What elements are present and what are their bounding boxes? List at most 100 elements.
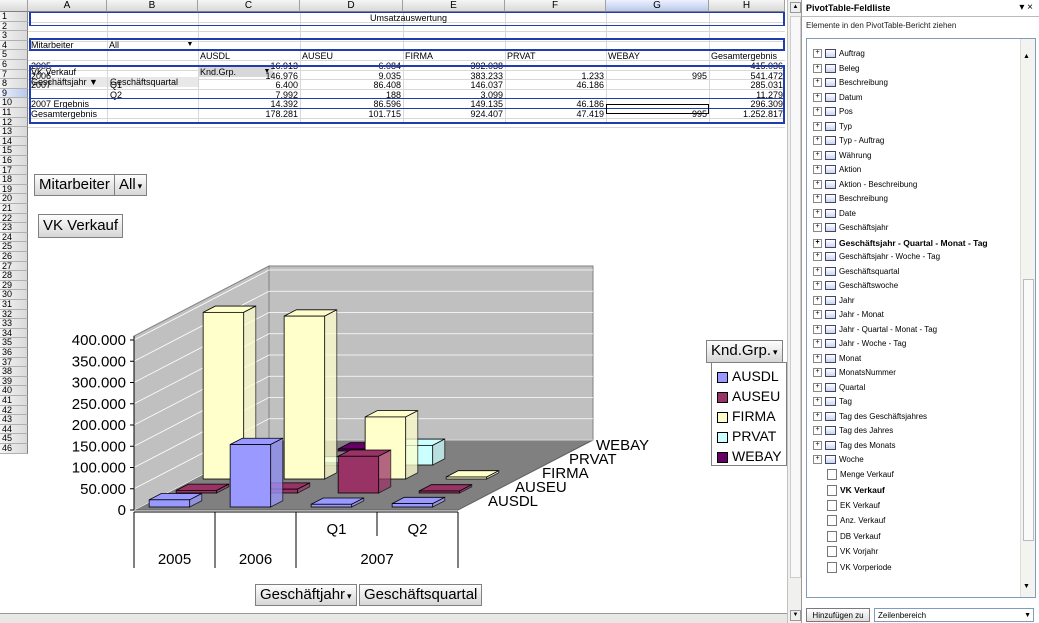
- field-item[interactable]: + Geschäftsjahr: [813, 221, 888, 235]
- field-item[interactable]: + Monat: [813, 352, 861, 366]
- field-item[interactable]: + Tag des Monats: [813, 439, 895, 453]
- bar-ausdl-0[interactable]: [148, 499, 191, 508]
- field-item[interactable]: + Beschreibung: [813, 192, 888, 206]
- bar-auseu-3[interactable]: [418, 490, 461, 494]
- panel-close-icon[interactable]: ▾ ×: [1019, 2, 1033, 13]
- expand-icon[interactable]: +: [813, 252, 822, 262]
- scroll-down-arrow-icon[interactable]: ▼: [790, 610, 801, 621]
- expand-icon[interactable]: +: [813, 238, 822, 248]
- field-item[interactable]: + Tag des Jahres: [813, 424, 893, 438]
- expand-icon[interactable]: +: [813, 310, 822, 320]
- field-list-scrollbar[interactable]: ▲ ▼: [1020, 39, 1035, 597]
- expand-icon[interactable]: +: [813, 223, 822, 233]
- scroll-thumb[interactable]: [790, 16, 801, 578]
- legend-field-button[interactable]: Knd.Grp. ▾: [706, 340, 783, 363]
- area-select[interactable]: Zeilenbereich ▼: [874, 608, 1034, 622]
- bar-auseu-2[interactable]: [337, 455, 380, 494]
- y-tick-label: 150.000: [72, 438, 126, 455]
- measure-item[interactable]: VK Vorperiode: [827, 561, 892, 575]
- sheet-vertical-scrollbar[interactable]: ▲ ▼: [787, 0, 801, 623]
- field-label: Aktion: [839, 165, 862, 174]
- field-item[interactable]: + Beleg: [813, 62, 859, 76]
- field-item[interactable]: + Aktion - Beschreibung: [813, 178, 917, 192]
- field-item[interactable]: + Geschäftsjahr - Woche - Tag: [813, 250, 940, 264]
- expand-icon[interactable]: +: [813, 411, 822, 421]
- expand-icon[interactable]: +: [813, 150, 822, 160]
- measure-item[interactable]: Anz. Verkauf: [827, 514, 885, 528]
- dimension-icon: [825, 208, 836, 218]
- expand-icon[interactable]: +: [813, 179, 822, 189]
- field-list[interactable]: + Auftrag + Beleg + Beschreibung + Datum + Pos + Ty…: [806, 38, 1036, 598]
- field-item[interactable]: + Quartal: [813, 381, 865, 395]
- measure-item[interactable]: VK Vorjahr: [827, 545, 878, 559]
- expand-icon[interactable]: +: [813, 455, 822, 465]
- y-tick-label: 300.000: [72, 375, 126, 392]
- field-item[interactable]: + Pos: [813, 105, 853, 119]
- measure-item[interactable]: VK Verkauf: [827, 483, 885, 497]
- field-item[interactable]: + Auftrag: [813, 47, 865, 61]
- expand-icon[interactable]: +: [813, 92, 822, 102]
- bar-ausdl-2[interactable]: [310, 503, 353, 508]
- expand-icon[interactable]: +: [813, 339, 822, 349]
- expand-icon[interactable]: +: [813, 440, 822, 450]
- field-item[interactable]: + Jahr: [813, 294, 855, 308]
- field-item[interactable]: + Date: [813, 207, 856, 221]
- field-item[interactable]: + Jahr - Monat: [813, 308, 884, 322]
- expand-icon[interactable]: +: [813, 136, 822, 146]
- bar-firma-3[interactable]: [445, 476, 488, 480]
- field-item[interactable]: + Typ: [813, 120, 852, 134]
- spreadsheet[interactable]: ABCDEFGH 1 2 3 4 5 6 7 8 9 10 11 12 13 14 15 16 17 18 19 20…: [0, 0, 787, 623]
- field-item[interactable]: + Tag des Geschäftsjahres: [813, 410, 927, 424]
- measure-item[interactable]: DB Verkauf: [827, 530, 880, 544]
- field-item[interactable]: + Typ - Auftrag: [813, 134, 884, 148]
- expand-icon[interactable]: +: [813, 295, 822, 305]
- field-item[interactable]: + Geschäftsjahr - Quartal - Monat - Tag: [813, 236, 988, 250]
- expand-icon[interactable]: +: [813, 368, 822, 378]
- field-list-scroll-down-icon[interactable]: ▼: [1023, 583, 1030, 590]
- field-item[interactable]: + Jahr - Woche - Tag: [813, 337, 906, 351]
- measure-item[interactable]: EK Verkauf: [827, 499, 880, 513]
- field-label: Tag des Monats: [839, 440, 896, 450]
- sheet-tabs-bar[interactable]: [0, 613, 787, 623]
- field-item[interactable]: + Tag: [813, 395, 852, 409]
- field-item[interactable]: + Woche: [813, 453, 864, 467]
- scroll-up-arrow-icon[interactable]: ▲: [790, 2, 801, 13]
- bar-auseu-0[interactable]: [175, 490, 218, 494]
- expand-icon[interactable]: +: [813, 165, 822, 175]
- axis-field-button-2[interactable]: Geschäftsquartal: [359, 584, 483, 606]
- expand-icon[interactable]: +: [813, 382, 822, 392]
- expand-icon[interactable]: +: [813, 63, 822, 73]
- expand-icon[interactable]: +: [813, 194, 822, 204]
- dimension-icon: [825, 382, 836, 392]
- field-list-scroll-up-icon[interactable]: ▲: [1023, 53, 1030, 60]
- expand-icon[interactable]: +: [813, 107, 822, 117]
- field-item[interactable]: + Geschäftsquartal: [813, 265, 899, 279]
- expand-icon[interactable]: +: [813, 121, 822, 131]
- expand-icon[interactable]: +: [813, 397, 822, 407]
- add-to-button[interactable]: Hinzufügen zu: [806, 608, 870, 622]
- field-item[interactable]: + Währung: [813, 149, 871, 163]
- dimension-icon: [825, 455, 836, 465]
- expand-icon[interactable]: +: [813, 49, 822, 59]
- expand-icon[interactable]: +: [813, 208, 822, 218]
- expand-icon[interactable]: +: [813, 78, 822, 88]
- field-list-scroll-thumb[interactable]: [1023, 279, 1034, 541]
- field-item[interactable]: + Beschreibung: [813, 76, 888, 90]
- expand-icon[interactable]: +: [813, 353, 822, 363]
- expand-icon[interactable]: +: [813, 324, 822, 334]
- pivot-chart[interactable]: 0 50.000 100.000 150.000 200.000 250.000 300.0…: [0, 0, 787, 623]
- bar-firma-1[interactable]: [283, 315, 326, 480]
- expand-icon[interactable]: +: [813, 281, 822, 291]
- field-item[interactable]: + Geschäftswoche: [813, 279, 898, 293]
- measure-item[interactable]: Menge Verkauf: [827, 468, 894, 482]
- field-item[interactable]: + Jahr - Quartal - Monat - Tag: [813, 323, 937, 337]
- axis-field-button-1[interactable]: Geschäftjahr ▾: [255, 584, 357, 606]
- expand-icon[interactable]: +: [813, 426, 822, 436]
- field-item[interactable]: + MonatsNummer: [813, 366, 896, 380]
- bar-ausdl-3[interactable]: [391, 503, 434, 508]
- field-item[interactable]: + Aktion: [813, 163, 861, 177]
- expand-icon[interactable]: +: [813, 266, 822, 276]
- field-item[interactable]: + Datum: [813, 91, 863, 105]
- panel-subtitle: Elemente in den PivotTable-Bericht ziehe…: [806, 21, 957, 30]
- bar-ausdl-1[interactable]: [229, 444, 272, 508]
